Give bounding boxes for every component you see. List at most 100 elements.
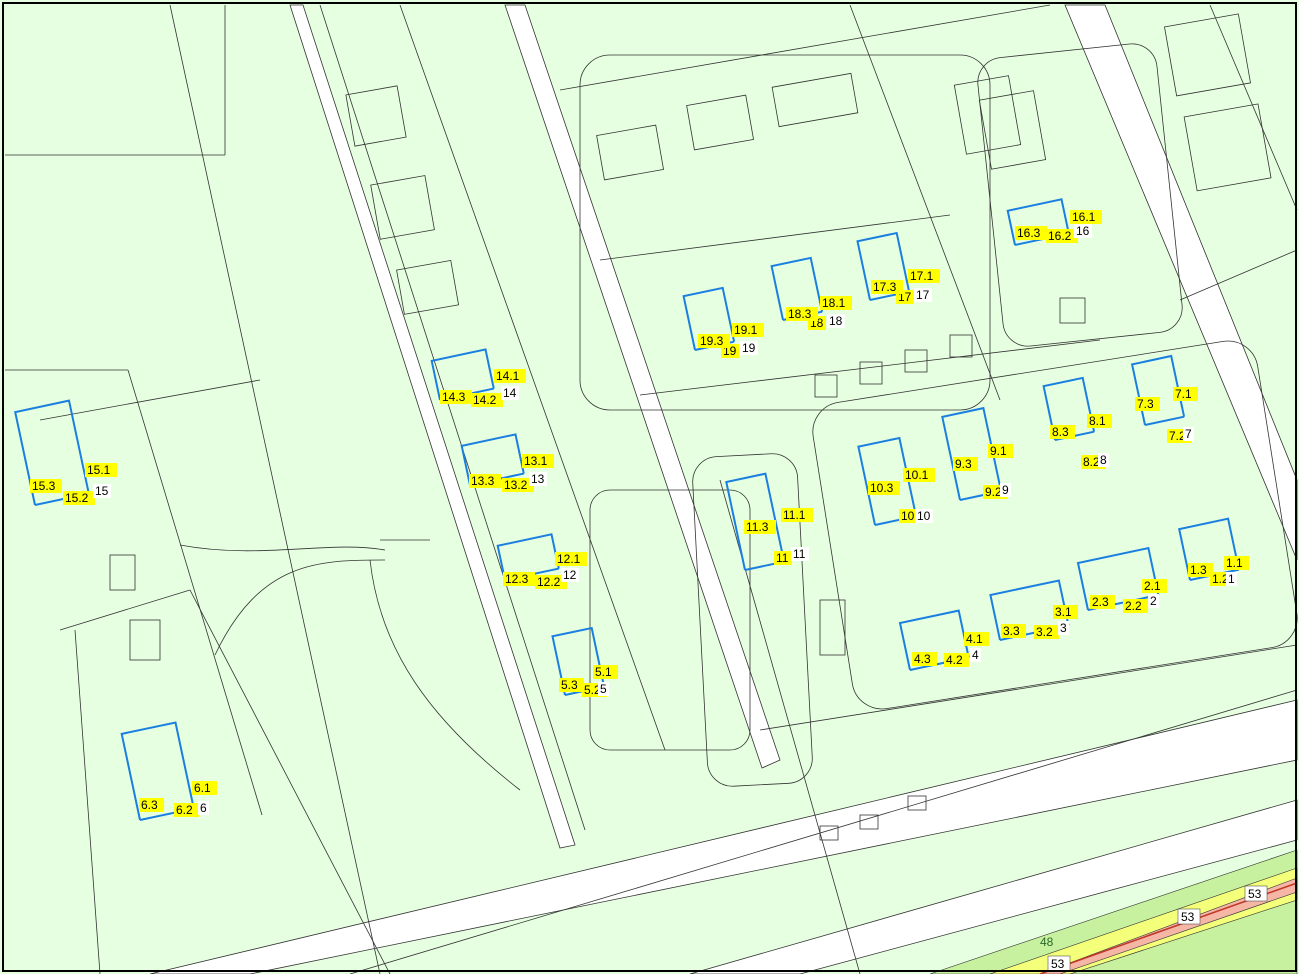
label-text: 16.2 bbox=[1048, 229, 1072, 243]
building-number: 9 bbox=[1000, 483, 1011, 497]
unit-label: 18.1 bbox=[820, 296, 852, 310]
label-text: 16.3 bbox=[1017, 226, 1041, 240]
label-text: 16 bbox=[1076, 224, 1090, 238]
contour-53-label: 53 bbox=[1177, 908, 1201, 925]
label-text: 7.3 bbox=[1137, 397, 1154, 411]
unit-label: 19.1 bbox=[732, 323, 764, 337]
label-text: 11 bbox=[776, 551, 789, 565]
unit-label: 9.1 bbox=[988, 444, 1013, 458]
label-text: 4.3 bbox=[914, 652, 931, 666]
unit-label: 2.3 bbox=[1090, 595, 1115, 609]
label-text: 6 bbox=[200, 801, 207, 815]
label-text: 3.2 bbox=[1036, 625, 1053, 639]
building-number: 4 bbox=[970, 648, 981, 662]
label-text: 18.1 bbox=[822, 296, 846, 310]
label-text: 9.3 bbox=[955, 457, 972, 471]
contour-label: 53 bbox=[1248, 887, 1262, 901]
label-text: 15 bbox=[95, 484, 109, 498]
unit-label: 7.3 bbox=[1135, 397, 1160, 411]
unit-label: 16.3 bbox=[1015, 226, 1047, 240]
unit-label: 14.1 bbox=[494, 369, 526, 383]
building-number: 7 bbox=[1183, 427, 1194, 441]
unit-label: 10.1 bbox=[903, 468, 935, 482]
building-number: 19 bbox=[740, 341, 758, 355]
site-map[interactable]: 48 53 53 53 1.11.21.312.12.22.3 23.13.23.… bbox=[0, 0, 1299, 974]
building-number: 5 bbox=[598, 682, 609, 696]
label-text: 19 bbox=[742, 341, 756, 355]
unit-label: 4.2 bbox=[944, 653, 969, 667]
label-text: 2.3 bbox=[1092, 595, 1109, 609]
label-text: 16.1 bbox=[1072, 210, 1096, 224]
label-text: 11.3 bbox=[746, 520, 769, 534]
label-text: 4.1 bbox=[966, 632, 983, 646]
label-text: 9.1 bbox=[990, 444, 1007, 458]
contour-48-label: 48 bbox=[1040, 935, 1054, 949]
label-text: 11 bbox=[793, 547, 806, 561]
contour-53-label: 53 bbox=[1047, 955, 1071, 972]
unit-label: 1.3 bbox=[1188, 563, 1213, 577]
map-frame[interactable]: 48 53 53 53 1.1 1.2 1.3 1 2.1 2.2 2.3 2 3.1 3.2 3.… bbox=[0, 0, 1299, 974]
building-number: 17 bbox=[914, 288, 932, 302]
unit-label: 4.1 bbox=[964, 632, 989, 646]
label-text: 4.2 bbox=[946, 653, 963, 667]
contour-label: 48 bbox=[1040, 935, 1054, 949]
unit-label: 13.1 bbox=[522, 454, 554, 468]
unit-label: 2.2 bbox=[1123, 599, 1148, 613]
label-text: 15.1 bbox=[87, 463, 111, 477]
building-number: 13 bbox=[529, 472, 547, 486]
label-text: 4 bbox=[972, 648, 979, 662]
label-text: 10 bbox=[901, 509, 915, 523]
label-text: 17.1 bbox=[910, 269, 934, 283]
unit-label: 15.3 bbox=[30, 479, 62, 493]
label-text: 13.3 bbox=[471, 474, 495, 488]
label-text: 14.3 bbox=[442, 390, 466, 404]
label-text: 8 bbox=[1100, 453, 1107, 467]
label-text: 6.1 bbox=[194, 781, 211, 795]
unit-label: 3.3 bbox=[1001, 624, 1026, 638]
label-text: 5.1 bbox=[595, 665, 612, 679]
label-text: 18.3 bbox=[788, 307, 812, 321]
contour-label: 53 bbox=[1181, 910, 1195, 924]
building-number: 11 bbox=[791, 547, 809, 561]
unit-label: 5.1 bbox=[593, 665, 618, 679]
unit-label: 17.3 bbox=[871, 280, 903, 294]
unit-label: 11.1 bbox=[781, 508, 813, 522]
label-text: 14.1 bbox=[496, 369, 520, 383]
label-text: 3.3 bbox=[1003, 624, 1020, 638]
label-text: 10.3 bbox=[870, 481, 894, 495]
unit-label: 11.3 bbox=[744, 520, 776, 534]
label-text: 15.3 bbox=[32, 479, 56, 493]
label-text: 11.1 bbox=[783, 508, 806, 522]
unit-label: 15.1 bbox=[85, 463, 117, 477]
unit-label: 8.3 bbox=[1050, 425, 1075, 439]
label-text: 12 bbox=[563, 568, 577, 582]
unit-label: 3.2 bbox=[1034, 625, 1059, 639]
unit-label: 14.2 bbox=[471, 393, 503, 407]
unit-label: 16.2 bbox=[1046, 229, 1078, 243]
unit-label: 10.3 bbox=[868, 481, 900, 495]
label-text: 17.3 bbox=[873, 280, 897, 294]
building-number: 8 bbox=[1098, 453, 1109, 467]
building-number: 18 bbox=[827, 314, 845, 328]
unit-label: 17.1 bbox=[908, 269, 940, 283]
unit-label: 5.3 bbox=[559, 678, 584, 692]
label-text: 5 bbox=[600, 682, 607, 696]
label-text: 8.2 bbox=[1083, 455, 1100, 469]
label-text: 13.2 bbox=[504, 478, 528, 492]
building-number: 1 bbox=[1226, 572, 1237, 586]
unit-label: 6.2 bbox=[174, 803, 199, 817]
label-text: 10.1 bbox=[905, 468, 929, 482]
label-text: 2.1 bbox=[1144, 579, 1161, 593]
label-text: 5.3 bbox=[561, 678, 578, 692]
unit-label: 12.1 bbox=[555, 552, 587, 566]
unit-label: 10 bbox=[899, 509, 917, 523]
label-text: 9.2 bbox=[985, 485, 1002, 499]
label-text: 1 bbox=[1228, 572, 1235, 586]
unit-label: 11 bbox=[774, 551, 792, 565]
unit-label: 15.2 bbox=[63, 491, 95, 505]
building-number: 16 bbox=[1074, 224, 1092, 238]
label-text: 17 bbox=[916, 288, 930, 302]
label-text: 19.3 bbox=[700, 334, 724, 348]
label-text: 19.1 bbox=[734, 323, 758, 337]
unit-label: 6.1 bbox=[192, 781, 217, 795]
